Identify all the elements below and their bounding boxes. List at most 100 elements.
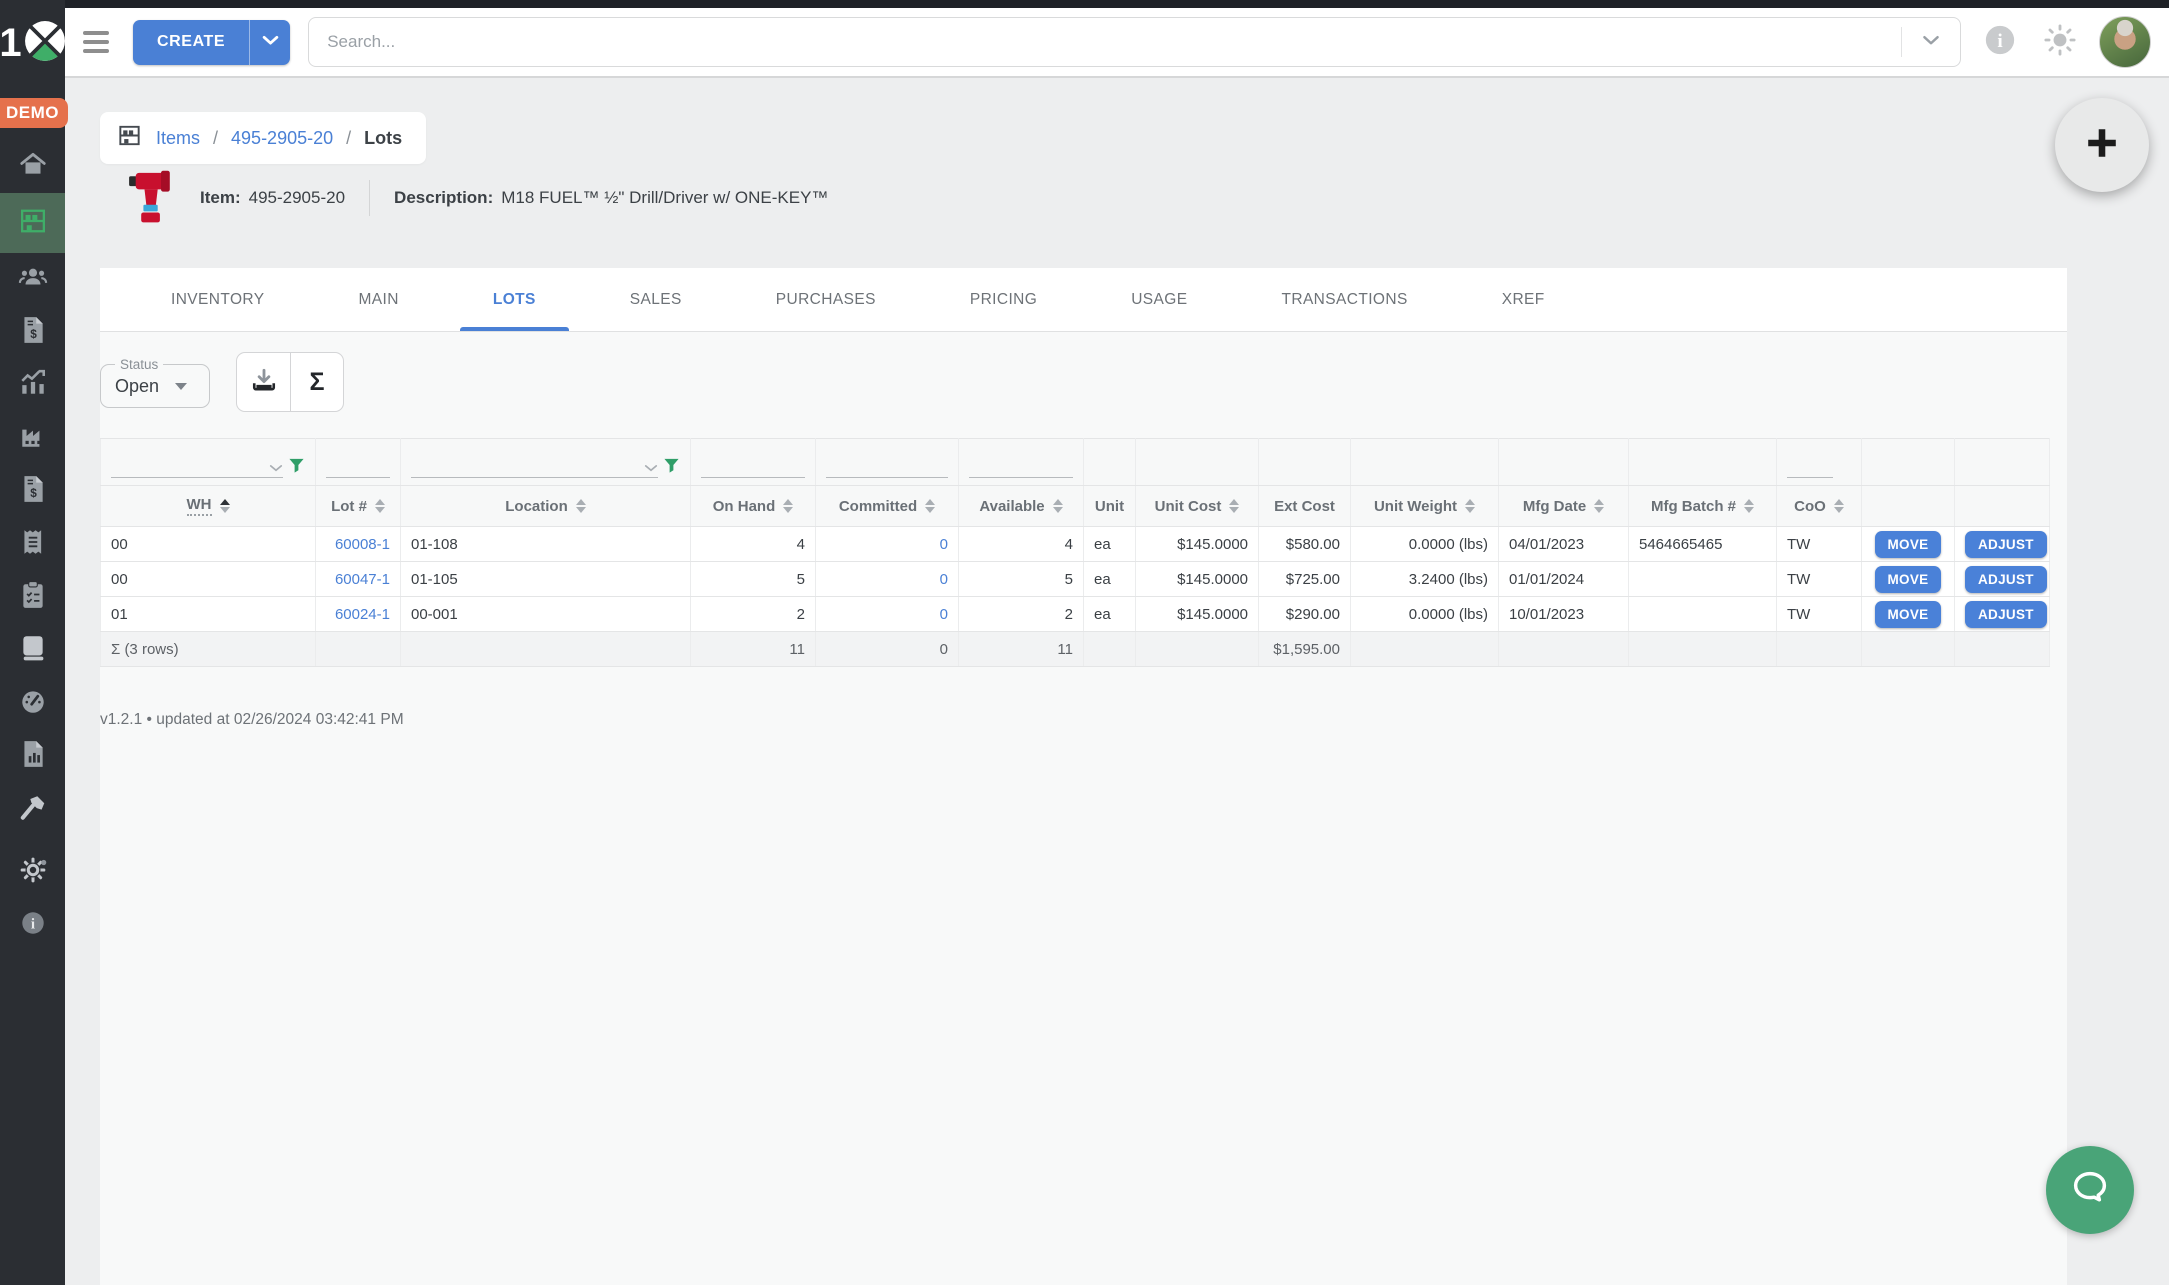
cell-unit-cost: $145.0000 [1136, 597, 1259, 632]
sort-icon[interactable] [576, 499, 586, 513]
tab-pricing[interactable]: PRICING [923, 268, 1084, 331]
sidebar-nav: $ $ [0, 140, 65, 952]
app-logo[interactable]: 1 [0, 6, 65, 80]
col-header-coo[interactable]: CoO [1777, 486, 1862, 527]
cell-adjust: ADJUST [1955, 527, 2050, 562]
col-header-mfg-date[interactable]: Mfg Date [1499, 486, 1629, 527]
sort-icon[interactable] [1744, 499, 1754, 513]
sidebar-item-receipts[interactable] [0, 518, 65, 571]
filter-input-committed[interactable] [826, 454, 948, 478]
sort-icon[interactable] [1465, 499, 1475, 513]
tab-main[interactable]: MAIN [311, 268, 445, 331]
create-dropdown-button[interactable] [250, 20, 290, 65]
search-options-button[interactable] [1902, 18, 1960, 66]
adjust-button[interactable]: ADJUST [1965, 531, 2047, 558]
sort-icon[interactable] [783, 499, 793, 513]
col-header-committed[interactable]: Committed [816, 486, 959, 527]
col-header-on-hand[interactable]: On Hand [691, 486, 816, 527]
move-button[interactable]: MOVE [1875, 566, 1942, 593]
committed-link[interactable]: 0 [940, 606, 948, 623]
cell-mfg-batch: 5464665465 [1629, 527, 1777, 562]
search-input[interactable] [327, 32, 1901, 52]
committed-link[interactable]: 0 [940, 536, 948, 553]
sidebar-item-analytics[interactable] [0, 359, 65, 412]
lot-link[interactable]: 60047-1 [335, 571, 390, 588]
sidebar-item-tasks[interactable] [0, 571, 65, 624]
item-label: Item: [200, 188, 241, 208]
sort-icon[interactable] [1229, 499, 1239, 513]
sidebar-item-sales-invoices[interactable]: $ [0, 306, 65, 359]
lot-link[interactable]: 60008-1 [335, 536, 390, 553]
user-avatar[interactable] [2099, 16, 2151, 68]
cell-adjust: ADJUST [1955, 597, 2050, 632]
tab-usage[interactable]: USAGE [1084, 268, 1234, 331]
sidebar-item-dashboard[interactable] [0, 677, 65, 730]
filter-input-wh[interactable] [111, 454, 283, 478]
svg-text:$: $ [30, 487, 37, 500]
add-fab-button[interactable] [2055, 98, 2149, 192]
tab-lots[interactable]: LOTS [446, 268, 583, 331]
theme-toggle-button[interactable] [2039, 21, 2081, 63]
sidebar-item-customers[interactable] [0, 253, 65, 306]
col-header-lot[interactable]: Lot # [316, 486, 401, 527]
filter-input-lot[interactable] [326, 454, 390, 478]
sort-icon[interactable] [925, 499, 935, 513]
col-header-wh[interactable]: WH [101, 486, 316, 527]
move-button[interactable]: MOVE [1875, 531, 1942, 558]
help-chat-button[interactable] [2046, 1146, 2134, 1234]
sidebar-item-reports[interactable] [0, 730, 65, 783]
summary-toggle-button[interactable] [290, 353, 343, 411]
sidebar-item-ledger[interactable] [0, 624, 65, 677]
chevron-down-icon[interactable] [269, 460, 283, 477]
breadcrumb-items-link[interactable]: Items [156, 128, 200, 149]
tab-purchases[interactable]: PURCHASES [729, 268, 923, 331]
sort-icon[interactable] [1834, 499, 1844, 513]
col-header-location[interactable]: Location [401, 486, 691, 527]
sort-icon[interactable] [375, 499, 385, 513]
sidebar-item-home[interactable] [0, 140, 65, 193]
col-header-unit-weight[interactable]: Unit Weight [1351, 486, 1499, 527]
col-header-mfg-batch[interactable]: Mfg Batch # [1629, 486, 1777, 527]
filter-input-available[interactable] [969, 454, 1073, 478]
tab-transactions[interactable]: TRANSACTIONS [1234, 268, 1454, 331]
col-header-unit-cost[interactable]: Unit Cost [1136, 486, 1259, 527]
sidebar-item-billing[interactable]: $ [0, 465, 65, 518]
summary-on-hand: 11 [691, 632, 816, 667]
table-row: 01 60024-1 00-001 2 0 2 ea $145.0000 $29… [101, 597, 2050, 632]
filter-funnel-icon[interactable] [663, 457, 680, 478]
chevron-down-icon [175, 383, 187, 390]
filter-input-location[interactable] [411, 454, 658, 478]
filter-input-coo[interactable] [1787, 454, 1833, 478]
sort-icon[interactable] [1594, 499, 1604, 513]
sort-icon[interactable] [220, 499, 230, 513]
item-header: Item: 495-2905-20 Description: M18 FUEL™… [128, 164, 828, 232]
sidebar-item-info[interactable]: i [0, 899, 65, 952]
tab-xref[interactable]: XREF [1455, 268, 1592, 331]
committed-link[interactable]: 0 [940, 571, 948, 588]
breadcrumb: Items / 495-2905-20 / Lots [100, 112, 426, 164]
about-button[interactable]: i [1979, 21, 2021, 63]
search-box [308, 17, 1961, 67]
adjust-button[interactable]: ADJUST [1965, 601, 2047, 628]
create-button[interactable]: CREATE [133, 20, 250, 65]
sidebar-item-tools[interactable] [0, 783, 65, 836]
item-thumbnail-image[interactable] [128, 165, 172, 232]
filter-cell-unit-weight [1351, 439, 1499, 486]
filter-funnel-icon[interactable] [288, 457, 305, 478]
download-button[interactable] [237, 353, 290, 411]
sort-icon[interactable] [1053, 499, 1063, 513]
tab-inventory[interactable]: INVENTORY [124, 268, 311, 331]
move-button[interactable]: MOVE [1875, 601, 1942, 628]
menu-toggle-button[interactable] [77, 25, 115, 59]
breadcrumb-item-link[interactable]: 495-2905-20 [231, 128, 333, 149]
adjust-button[interactable]: ADJUST [1965, 566, 2047, 593]
sidebar-item-manufacturing[interactable] [0, 412, 65, 465]
status-dropdown[interactable]: Status Open [100, 357, 210, 408]
sidebar-item-settings[interactable] [0, 846, 65, 899]
sidebar-item-inventory[interactable] [0, 193, 65, 253]
chevron-down-icon[interactable] [644, 460, 658, 477]
filter-input-on-hand[interactable] [701, 454, 805, 478]
col-header-available[interactable]: Available [959, 486, 1084, 527]
lot-link[interactable]: 60024-1 [335, 606, 390, 623]
tab-sales[interactable]: SALES [583, 268, 729, 331]
